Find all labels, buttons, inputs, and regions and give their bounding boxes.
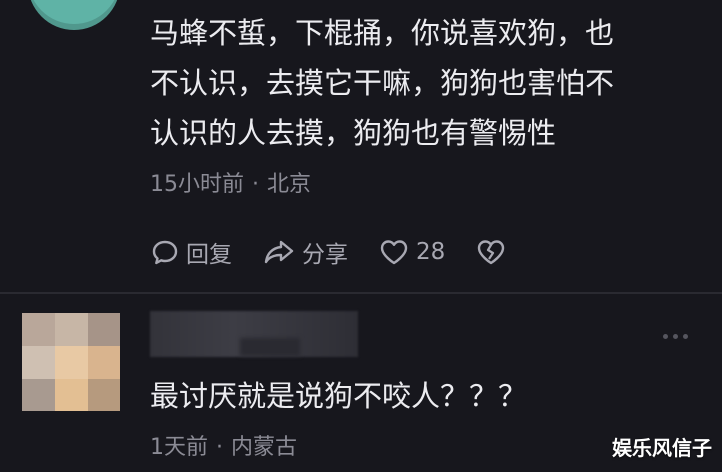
share-button[interactable]: 分享 [262, 235, 348, 269]
more-options-icon[interactable] [663, 334, 688, 339]
comment-meta: 1天前 · 内蒙古 [150, 429, 297, 461]
reply-label: 回复 [186, 242, 232, 268]
broken-heart-icon [475, 237, 507, 267]
share-icon [262, 237, 296, 267]
reply-button[interactable]: 回复 [150, 235, 232, 269]
comment-location: 北京 [267, 172, 312, 197]
watermark: 娱乐风信子 [612, 436, 712, 460]
meta-separator: · [216, 435, 223, 460]
comment-location: 内蒙古 [231, 435, 298, 460]
comment-divider [0, 292, 722, 294]
like-count: 28 [416, 239, 446, 265]
reply-icon [150, 237, 180, 267]
comment-meta: 15小时前 · 北京 [150, 166, 311, 198]
avatar[interactable] [22, 313, 120, 411]
like-button[interactable]: 28 [378, 237, 445, 267]
comment-time: 15小时前 [150, 172, 244, 197]
comment-text: 最讨厌就是说狗不咬人？？？ [150, 379, 528, 413]
share-label: 分享 [302, 242, 348, 268]
user-tag-blurred [240, 338, 300, 356]
heart-icon [378, 237, 410, 267]
comment-time: 1天前 [150, 435, 208, 460]
meta-separator: · [252, 172, 259, 197]
dislike-button[interactable] [475, 237, 507, 267]
comment-actions: 回复 分享 28 [150, 232, 537, 272]
avatar[interactable] [28, 0, 120, 30]
comment-text: 马蜂不蜇，下棍捅，你说喜欢狗，也 不认识，去摸它干嘛，狗狗也害怕不 认识的人去摸… [150, 16, 615, 150]
